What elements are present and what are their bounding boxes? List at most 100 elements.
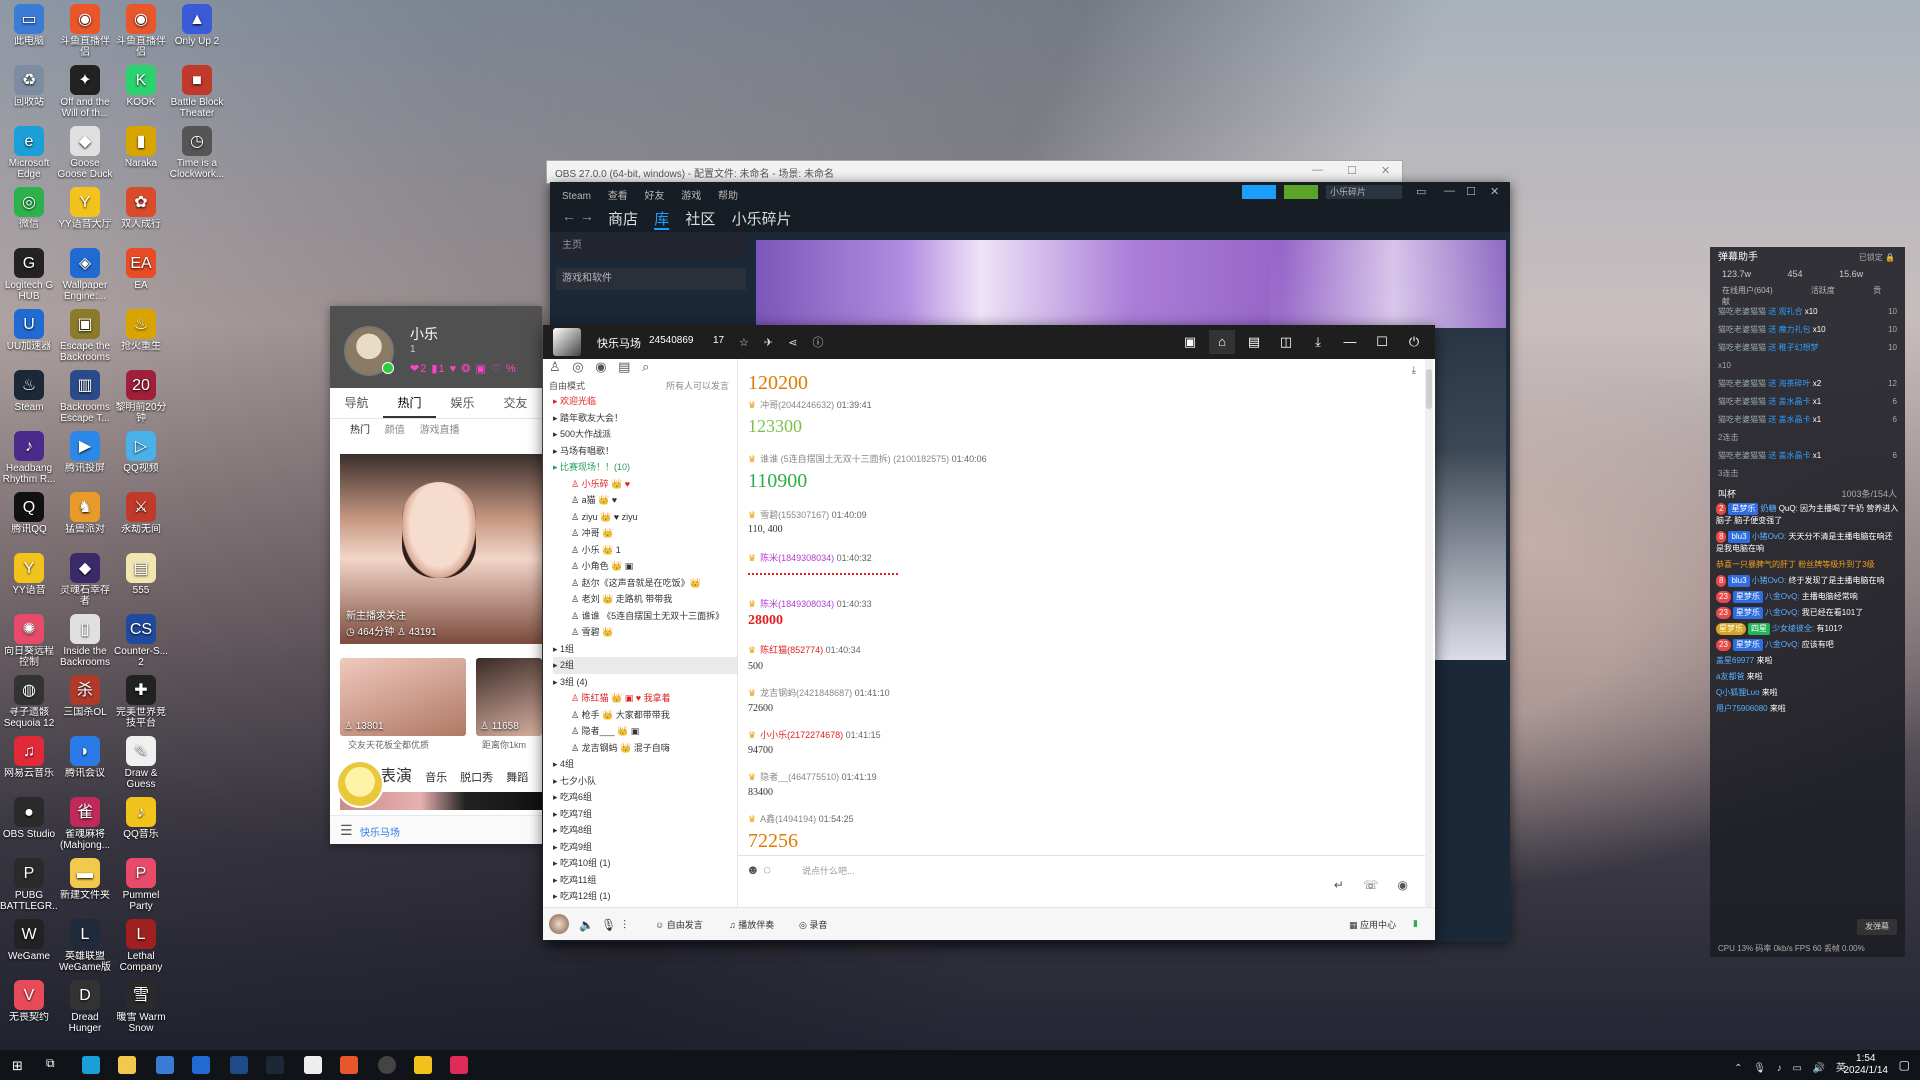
stream-thumb-1[interactable]: ♙ 13801	[340, 658, 466, 736]
desktop-icon[interactable]: ♨ Steam	[0, 370, 58, 424]
channel-user[interactable]: ♙ 谁谁 《5连自摆国土无双十三面拆》	[553, 608, 737, 625]
notification-icon[interactable]: ▢	[1899, 1058, 1910, 1072]
category-music[interactable]: 音乐	[425, 772, 447, 784]
channel-node[interactable]: ▸ 吃鸡7组	[553, 806, 737, 823]
windows-start-icon[interactable]: ⊞	[12, 1058, 23, 1074]
desktop-icon[interactable]: P Pummel Party	[112, 858, 170, 912]
header-tools-icon[interactable]: ☆ ✈ ⋖ ⓘ	[739, 334, 829, 350]
desktop-icon[interactable]: CS Counter-S... 2	[112, 614, 170, 668]
minimize-icon[interactable]: —	[1337, 330, 1363, 354]
desktop-icon[interactable]: ♨ 抢火重生	[112, 309, 170, 363]
file-explorer-icon[interactable]	[118, 1056, 136, 1074]
desktop-icon[interactable]: ◆ 灵魂石幸存者	[56, 553, 114, 607]
tab-nav[interactable]: 导航	[330, 388, 383, 418]
desktop-icon[interactable]: ♞ 猛兽派对	[56, 492, 114, 546]
power-icon[interactable]: ⏻	[1401, 330, 1427, 354]
desktop-icon[interactable]: ♻ 回收站	[0, 65, 58, 119]
desktop-icon[interactable]: G Logitech G HUB	[0, 248, 58, 302]
send-danmu-button[interactable]: 发弹幕	[1857, 919, 1897, 935]
chat-input[interactable]: 说点什么吧...	[802, 864, 855, 877]
notification-button[interactable]	[1284, 185, 1318, 199]
desktop-icon[interactable]: U UU加速器	[0, 309, 58, 363]
scroll-bottom-icon[interactable]: ⤓	[1412, 365, 1416, 376]
channel-user[interactable]: ♙ 赵尔《这声音就是在吃饭》👑	[553, 575, 737, 592]
subtab-hot[interactable]: 热门	[350, 425, 370, 436]
steam-home[interactable]: 主页	[556, 234, 746, 258]
channel-user[interactable]: ♙ 冲哥 👑	[553, 525, 737, 542]
close-icon[interactable]: ✕	[1490, 185, 1499, 198]
channel-node[interactable]: ▸ 吃鸡8组	[553, 822, 737, 839]
mascot-icon[interactable]	[336, 760, 384, 808]
steam-nav-library[interactable]: 库	[654, 211, 670, 230]
download-icon[interactable]: ⤓	[1305, 330, 1331, 354]
desktop-icon[interactable]: 20 黎明前20分钟	[112, 370, 170, 424]
desktop-icon[interactable]: ▶ 腾讯投屏	[56, 431, 114, 485]
desktop-icon[interactable]: ■ Battle Block Theater	[168, 65, 226, 119]
maximize-icon[interactable]: ☐	[1466, 185, 1476, 198]
notepad-icon[interactable]	[304, 1056, 322, 1074]
menu-icon[interactable]: ☰	[340, 822, 353, 839]
mic-icon[interactable]: 🎙	[601, 918, 616, 932]
desktop-icon[interactable]: ◆ Goose Goose Duck	[56, 126, 114, 180]
desktop-icon[interactable]: 雀雀魂麻将(Mahjong...	[56, 797, 114, 851]
speak-mode-label[interactable]: 自由模式	[549, 381, 585, 391]
desktop-icon[interactable]: ▭ 此电脑	[0, 4, 58, 58]
chat-scrollbar[interactable]	[1425, 359, 1433, 907]
desktop-icon[interactable]: ▮ Naraka	[112, 126, 170, 180]
channel-node[interactable]: ▸ 4组	[553, 756, 737, 773]
desktop-icon[interactable]: EA EA	[112, 248, 170, 302]
task-view-icon[interactable]: ⧉	[46, 1056, 64, 1074]
channel-user[interactable]: ♙ 隐者___ 👑 ▣	[553, 723, 737, 740]
steam-nav-community[interactable]: 社区	[685, 211, 715, 228]
desktop-icon[interactable]: ▲ Only Up 2	[168, 4, 226, 58]
lock-toggle[interactable]: 已锁定 🔒	[1859, 247, 1895, 269]
tab-social[interactable]: 交友	[489, 388, 542, 418]
featured-stream[interactable]: 新主播求关注 ◷ 464分钟 ♙ 43191	[340, 454, 542, 644]
mixer-icon[interactable]: ⫶	[623, 918, 626, 933]
live-app-panel[interactable]: 小乐 1 ❤2 ▮1 ♥ ❂ ▣ ♡ % 导航 热门 娱乐 交友 热门 颜值 游…	[330, 306, 542, 844]
channel-node[interactable]: ▸ 踏年歌友大会！	[553, 410, 737, 427]
desktop-icon[interactable]: ✿ 双人成行	[112, 187, 170, 241]
yy-voice-window[interactable]: 快乐马场 24540869 17 ☆ ✈ ⋖ ⓘ ▣ ⌂ ▤ ◫ ⤓ — ☐ ⏻…	[543, 325, 1435, 940]
desktop-icon[interactable]: P PUBG BATTLEGR...	[0, 858, 58, 912]
channel-node[interactable]: ▸ 1组	[553, 641, 737, 658]
avatar[interactable]	[549, 914, 569, 934]
tab-hot[interactable]: 热门	[383, 388, 436, 418]
desktop-icon[interactable]: ♫ 网易云音乐	[0, 736, 58, 790]
desktop-icon[interactable]: Q 腾讯QQ	[0, 492, 58, 546]
channel-node[interactable]: ▸ 吃鸡12组 (1)	[553, 888, 737, 905]
free-speak-button[interactable]: ☺ 自由发言	[655, 918, 703, 931]
desktop-icon[interactable]: ◷ Time is a Clockwork...	[168, 126, 226, 180]
channel-node[interactable]: ▸ 3组 (4)	[553, 674, 737, 691]
steam-menu-friends[interactable]: 好友	[644, 191, 664, 202]
channel-user[interactable]: ♙ 小乐碎 👑 ♥	[553, 476, 737, 493]
steam-filter-dropdown[interactable]: 游戏和软件	[556, 268, 746, 290]
desktop-icon[interactable]: ◍ 寻子遗骸 Sequoia 12	[0, 675, 58, 729]
screen-share-icon[interactable]: ▣	[1177, 330, 1203, 354]
desktop-icon[interactable]: 杀三国杀OL	[56, 675, 114, 729]
channel-user[interactable]: ♙ 雪碧 👑	[553, 624, 737, 641]
steam-nav-profile[interactable]: 小乐碎片	[732, 211, 792, 228]
category-talkshow[interactable]: 脱口秀	[460, 772, 493, 784]
uu-icon[interactable]	[230, 1056, 248, 1074]
channel-user[interactable]: ♙ 小乐 👑 1	[553, 542, 737, 559]
desktop-icon[interactable]: K KOOK	[112, 65, 170, 119]
edge-icon[interactable]	[82, 1056, 100, 1074]
maximize-icon[interactable]: ☐	[1347, 164, 1357, 177]
steam-nav-store[interactable]: 商店	[608, 211, 638, 228]
broadcast-button[interactable]	[1242, 185, 1276, 199]
obs-icon[interactable]	[378, 1056, 396, 1074]
desktop-icon[interactable]: ◉ 斗鱼直播伴侣	[112, 4, 170, 58]
desktop-icon[interactable]: 雪暖雪 Warm Snow	[112, 980, 170, 1034]
netease-music-icon[interactable]	[450, 1056, 468, 1074]
desktop-icon[interactable]: ◈ Wallpaper Engine:...	[56, 248, 114, 302]
channel-user[interactable]: ♙ ziyu 👑 ♥ ziyu	[553, 509, 737, 526]
channel-user[interactable]: ♙ 小角色 👑 ▣	[553, 558, 737, 575]
desktop-icon[interactable]: ✎ Draw & Guess	[112, 736, 170, 790]
desktop-icon[interactable]: L Lethal Company	[112, 919, 170, 973]
desktop-icon[interactable]: ✚ 完美世界竞技平台	[112, 675, 170, 729]
channel-node[interactable]: ▸ 500大作战派	[553, 426, 737, 443]
steam-menu-games[interactable]: 游戏	[681, 191, 701, 202]
tab-online-users[interactable]: 在线用户(604)	[1722, 286, 1773, 295]
tab-activity[interactable]: 活跃度	[1811, 286, 1835, 295]
